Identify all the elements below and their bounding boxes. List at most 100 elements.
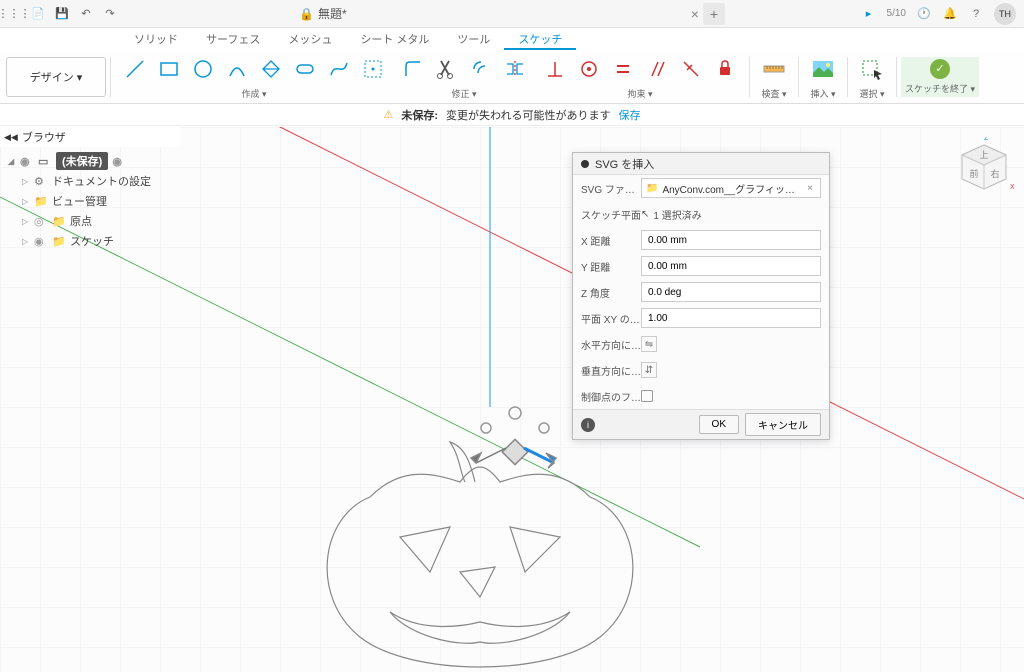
measure-tool-icon[interactable] [758, 53, 790, 85]
svg-text:Z: Z [984, 137, 989, 142]
fillet-tool-icon[interactable] [397, 53, 429, 85]
flip-vertical-button[interactable]: ⇵ [641, 362, 657, 378]
document-title: 無題* [318, 5, 347, 22]
folder-icon: 📁 [52, 215, 66, 228]
dialog-titlebar[interactable]: SVG を挿入 [573, 153, 829, 175]
avatar[interactable]: TH [994, 3, 1016, 25]
clear-file-icon[interactable]: × [804, 183, 816, 194]
save-link[interactable]: 保存 [619, 107, 641, 123]
tree-origin[interactable]: ▷ ◎ 📁 原点 [8, 211, 180, 231]
flip-horizontal-button[interactable]: ⇋ [641, 336, 657, 352]
ribbon-group-select-label[interactable]: 選択 ▾ [859, 87, 884, 100]
pin-icon[interactable] [581, 160, 589, 168]
collapse-icon[interactable]: ◀◀ [4, 132, 18, 143]
redo-icon[interactable]: ↷ [102, 6, 118, 22]
tree-doc-settings[interactable]: ▷ ⚙ ドキュメントの設定 [8, 171, 180, 191]
arc-tool-icon[interactable] [221, 53, 253, 85]
svg-file-chip[interactable]: 📁 AnyConv.com__グラフィック... × [641, 178, 821, 198]
new-file-icon[interactable]: 📄 [30, 6, 46, 22]
extensions-icon[interactable]: ▸ [861, 6, 877, 22]
ribbon-group-inspect-label[interactable]: 検査 ▾ [761, 87, 786, 100]
ribbon-group-create-label[interactable]: 作成 ▾ [241, 87, 266, 100]
ribbon-group-modify-label[interactable]: 修正 ▾ [451, 87, 476, 100]
save-icon[interactable]: 💾 [54, 6, 70, 22]
insert-image-icon[interactable] [807, 53, 839, 85]
expand-icon[interactable]: ▷ [22, 177, 30, 186]
viewcube[interactable]: 上 前 右 Z X [954, 137, 1014, 197]
tree-view-mgmt[interactable]: ▷ 📁 ビュー管理 [8, 191, 180, 211]
ribbon-group-constrain-label[interactable]: 拘束 ▾ [627, 87, 652, 100]
warning-message: 変更が失われる可能性があります [446, 107, 610, 123]
new-tab-button[interactable]: + [703, 3, 725, 25]
scale-input[interactable] [641, 308, 821, 328]
mirror-tool-icon[interactable] [499, 53, 531, 85]
help-icon[interactable]: ? [968, 6, 984, 22]
parallel-constraint-icon[interactable] [641, 53, 673, 85]
spline-tool-icon[interactable] [323, 53, 355, 85]
ribbon-group-create: 作成 ▾ [115, 53, 393, 100]
tab-surface[interactable]: サーフェス [192, 28, 274, 50]
visibility-icon[interactable]: ◉ [34, 235, 48, 248]
folder-icon: 📁 [646, 183, 658, 194]
x-distance-input[interactable] [641, 230, 821, 250]
inserted-svg-sketch[interactable] [300, 427, 660, 672]
tree-root[interactable]: ◢ ◉ ▭ (未保存) ◉ [8, 151, 180, 171]
ok-button[interactable]: OK [699, 415, 739, 434]
folder-icon: 📁 [52, 235, 66, 248]
expand-icon[interactable]: ▷ [22, 197, 30, 206]
design-workspace-button[interactable]: デザイン ▾ [6, 57, 106, 97]
rectangle-tool-icon[interactable] [153, 53, 185, 85]
ribbon-group-insert-label[interactable]: 挿入 ▾ [810, 87, 835, 100]
ctrl-pts-checkbox[interactable] [641, 390, 653, 402]
select-tool-icon[interactable] [856, 53, 888, 85]
fix-constraint-icon[interactable] [709, 53, 741, 85]
z-angle-label: Z 角度 [581, 285, 641, 300]
line-tool-icon[interactable] [119, 53, 151, 85]
finish-sketch-button[interactable]: ✓ スケッチを終了 ▾ [901, 57, 979, 97]
expand-icon[interactable]: ▷ [22, 217, 30, 226]
slot-tool-icon[interactable] [289, 53, 321, 85]
tab-sketch[interactable]: スケッチ [504, 28, 576, 50]
flip-h-label: 水平方向に反... [581, 337, 641, 352]
tab-solid[interactable]: ソリッド [120, 28, 192, 50]
trim-tool-icon[interactable] [431, 53, 463, 85]
tab-sheetmetal[interactable]: シート メタル [346, 28, 443, 50]
ribbon-group-insert: 挿入 ▾ [803, 53, 843, 100]
clock-icon[interactable]: 🕐 [916, 6, 932, 22]
offset-tool-icon[interactable] [465, 53, 497, 85]
component-icon: ▭ [38, 155, 52, 168]
close-tab-icon[interactable]: × [691, 6, 699, 22]
apps-icon[interactable]: ⋮⋮⋮ [6, 6, 22, 22]
ribbon-group-select: 選択 ▾ [852, 53, 892, 100]
visibility-icon[interactable]: ◎ [34, 215, 48, 228]
expand-icon[interactable]: ◢ [8, 157, 16, 166]
perpendicular-constraint-icon[interactable] [675, 53, 707, 85]
browser-panel: ◀◀ ブラウザ ◢ ◉ ▭ (未保存) ◉ ▷ ⚙ ドキュメントの設定 ▷ 📁 … [0, 127, 180, 255]
svg-text:上: 上 [979, 150, 988, 160]
horizontal-constraint-icon[interactable] [539, 53, 571, 85]
tab-mesh[interactable]: メッシュ [274, 28, 346, 50]
coincident-constraint-icon[interactable] [573, 53, 605, 85]
notifications-icon[interactable]: 🔔 [942, 6, 958, 22]
y-distance-input[interactable] [641, 256, 821, 276]
x-distance-label: X 距離 [581, 233, 641, 248]
info-icon[interactable]: i [581, 418, 595, 432]
jobs-count[interactable]: 5/10 [887, 8, 906, 19]
warning-icon: ⚠ [384, 108, 394, 121]
visibility-icon[interactable]: ◉ [20, 155, 34, 168]
tab-tool[interactable]: ツール [443, 28, 504, 50]
undo-icon[interactable]: ↶ [78, 6, 94, 22]
tree-sketches[interactable]: ▷ ◉ 📁 スケッチ [8, 231, 180, 251]
ribbon-group-inspect: 検査 ▾ [754, 53, 794, 100]
polygon-tool-icon[interactable] [255, 53, 287, 85]
circle-tool-icon[interactable] [187, 53, 219, 85]
gear-icon: ⚙ [34, 175, 48, 188]
point-tool-icon[interactable] [357, 53, 389, 85]
sketch-plane-selector[interactable]: ↖ 1 選択済み [641, 204, 821, 224]
activate-icon[interactable]: ◉ [112, 155, 126, 168]
equal-constraint-icon[interactable] [607, 53, 639, 85]
cursor-icon: ↖ [641, 209, 649, 220]
expand-icon[interactable]: ▷ [22, 237, 30, 246]
cancel-button[interactable]: キャンセル [745, 413, 821, 436]
z-angle-input[interactable] [641, 282, 821, 302]
